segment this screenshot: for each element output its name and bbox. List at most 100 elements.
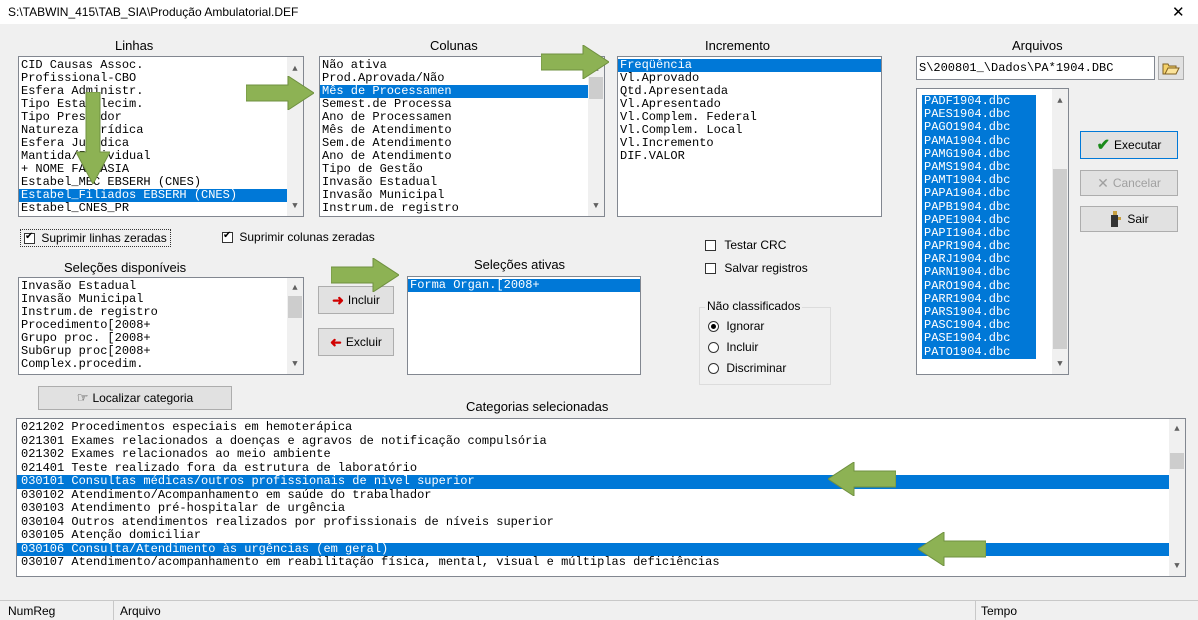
incremento-item[interactable]: DIF.VALOR <box>618 150 881 163</box>
arquivo-item[interactable]: PATO1904.dbc <box>922 345 1036 359</box>
arquivos-header: Arquivos <box>1012 38 1063 53</box>
scroll-up-icon[interactable]: ▲ <box>1052 93 1068 109</box>
suprimir-colunas-option[interactable]: Suprimir colunas zeradas <box>222 230 375 244</box>
selecao-ativa-item[interactable]: Forma Organ.[2008+ <box>408 279 640 292</box>
categoria-item[interactable]: 021202 Procedimentos especiais em hemote… <box>17 421 1185 435</box>
checkmark-icon: ✔ <box>1096 137 1111 154</box>
arquivos-path: S\200801_\Dados\PA*1904.DBC <box>919 61 1114 75</box>
incluir-nc-option[interactable]: Incluir <box>708 340 758 354</box>
scroll-thumb[interactable] <box>1170 453 1184 469</box>
arquivo-item[interactable]: PAGO1904.dbc <box>922 121 1036 135</box>
incluir-nc-radio[interactable] <box>708 342 719 354</box>
annotation-arrow-right-icon <box>541 45 609 79</box>
categoria-item[interactable]: 021401 Teste realizado fora da estrutura… <box>17 461 1185 476</box>
selecoes-ativas-list[interactable]: Forma Organ.[2008+ <box>407 276 641 375</box>
suprimir-colunas-checkbox[interactable] <box>222 230 233 244</box>
scroll-down-icon[interactable]: ▼ <box>1052 356 1068 372</box>
categoria-item[interactable]: 030103 Atendimento pré-hospitalar de urg… <box>17 502 1185 516</box>
arquivos-path-field[interactable]: S\200801_\Dados\PA*1904.DBC <box>916 56 1155 80</box>
close-icon[interactable]: ✕ <box>1172 3 1185 21</box>
arquivo-item[interactable]: PARN1904.dbc <box>922 266 1036 280</box>
scroll-down-icon[interactable]: ▼ <box>287 198 303 214</box>
arquivos-scrollbar[interactable]: ▲ ▼ <box>1052 89 1068 374</box>
arquivo-item[interactable]: PAPA1904.dbc <box>922 187 1036 201</box>
incluir-label: Incluir <box>347 293 380 307</box>
ignorar-radio[interactable] <box>708 321 719 333</box>
scroll-down-icon[interactable]: ▼ <box>1169 558 1185 574</box>
title-bar: S:\TABWIN_415\TAB_SIA\Produção Ambulator… <box>0 0 1198 24</box>
arquivos-list[interactable]: PADF1904.dbc PAES1904.dbc PAGO1904.dbc PAMA… <box>916 88 1069 375</box>
categorias-list[interactable]: 021202 Procedimentos especiais em hemote… <box>16 418 1186 577</box>
scroll-thumb[interactable] <box>589 77 603 99</box>
scroll-thumb[interactable] <box>288 296 302 318</box>
scroll-thumb[interactable] <box>1053 169 1067 349</box>
categoria-item[interactable]: 030107 Atendimento/acompanhamento em rea… <box>17 556 1185 570</box>
arrow-left-icon: ➜ <box>330 333 342 350</box>
colunas-scrollbar[interactable]: ▲ ▼ <box>588 57 604 216</box>
arrow-right-icon: ➜ <box>332 291 344 308</box>
categorias-header: Categorias selecionadas <box>466 399 609 414</box>
categoria-item[interactable]: 030105 Atenção domiciliar <box>17 529 1185 543</box>
linhas-item[interactable]: Estabel_CNES_PR <box>19 202 303 215</box>
arquivo-item[interactable]: PAMA1904.dbc <box>922 134 1036 148</box>
salvar-registros-label: Salvar registros <box>724 261 808 275</box>
scroll-down-icon[interactable]: ▼ <box>588 198 604 214</box>
executar-button[interactable]: ✔ Executar <box>1080 131 1178 159</box>
arquivo-item[interactable]: PAPB1904.dbc <box>922 200 1036 214</box>
excluir-label: Excluir <box>345 335 382 349</box>
testar-crc-label: Testar CRC <box>724 238 787 252</box>
categoria-item[interactable]: 030102 Atendimento/Acompanhamento em saú… <box>17 488 1185 503</box>
categoria-item[interactable]: 030104 Outros atendimentos realizados po… <box>17 515 1185 530</box>
salvar-registros-option[interactable]: Salvar registros <box>705 261 808 275</box>
cancelar-button[interactable]: ✕ Cancelar <box>1080 170 1178 196</box>
categoria-item[interactable]: 030106 Consulta/Atendimento às urgências… <box>17 542 1185 556</box>
ignorar-option[interactable]: Ignorar <box>708 319 764 333</box>
find-hand-icon: ☞ <box>76 390 89 405</box>
testar-crc-checkbox[interactable] <box>705 240 716 252</box>
annotation-arrow-right-icon <box>331 258 399 292</box>
categoria-item[interactable]: 030101 Consultas médicas/outros profissi… <box>17 475 1185 489</box>
arquivo-item[interactable]: PAMG1904.dbc <box>922 147 1036 161</box>
arquivo-item[interactable]: PASE1904.dbc <box>922 332 1036 346</box>
suprimir-linhas-option[interactable]: Suprimir linhas zeradas <box>20 229 171 247</box>
cat-scrollbar[interactable]: ▲ ▼ <box>1169 419 1185 576</box>
executar-label: Executar <box>1114 138 1162 152</box>
arquivo-item[interactable]: PARO1904.dbc <box>922 279 1036 293</box>
scroll-up-icon[interactable]: ▲ <box>287 280 303 296</box>
testar-crc-option[interactable]: Testar CRC <box>705 238 786 252</box>
localizar-label: Localizar categoria <box>92 391 194 405</box>
discriminar-option[interactable]: Discriminar <box>708 361 786 375</box>
status-divider <box>113 601 114 620</box>
localizar-categoria-button[interactable]: ☞ Localizar categoria <box>38 386 232 410</box>
open-folder-button[interactable] <box>1158 56 1184 80</box>
excluir-button[interactable]: ➜ Excluir <box>318 328 394 356</box>
incremento-header: Incremento <box>705 38 771 53</box>
colunas-list[interactable]: Não ativa Prod.Aprovada/Não Mês de Process… <box>319 56 605 217</box>
arquivo-item[interactable]: PAPE1904.dbc <box>922 213 1036 227</box>
categoria-item[interactable]: 021302 Exames relacionados ao meio ambie… <box>17 448 1185 462</box>
annotation-arrow-left-icon <box>918 532 986 566</box>
cancelar-label: Cancelar <box>1112 176 1161 190</box>
cancel-x-icon: ✕ <box>1097 174 1109 191</box>
selecao-disponivel-item[interactable]: Complex.procedim. <box>19 358 303 371</box>
linhas-header: Linhas <box>115 38 154 53</box>
scroll-down-icon[interactable]: ▼ <box>287 356 303 372</box>
status-arquivo: Arquivo <box>120 604 161 618</box>
scroll-up-icon[interactable]: ▲ <box>287 61 303 77</box>
status-tempo: Tempo <box>981 604 1018 618</box>
suprimir-linhas-checkbox[interactable] <box>24 231 35 245</box>
sair-button[interactable]: Sair <box>1080 206 1178 232</box>
categoria-item[interactable]: 021301 Exames relacionados a doenças e a… <box>17 434 1185 449</box>
scroll-up-icon[interactable]: ▲ <box>1169 421 1185 437</box>
annotation-arrow-left-icon <box>828 462 896 496</box>
disp-scrollbar[interactable]: ▲ ▼ <box>287 278 303 374</box>
selecoes-ativas-header: Seleções ativas <box>474 257 566 272</box>
discriminar-radio[interactable] <box>708 363 719 375</box>
salvar-registros-checkbox[interactable] <box>705 263 716 275</box>
colunas-item[interactable]: Instrum.de registro <box>320 202 604 215</box>
discriminar-label: Discriminar <box>726 361 787 375</box>
incremento-list[interactable]: Freqüência Vl.Aprovado Qtd.Apresentada Vl.A… <box>617 56 882 217</box>
suprimir-colunas-label: Suprimir colunas zeradas <box>239 230 375 244</box>
selecoes-disponiveis-list[interactable]: Invasão Estadual Invasão Municipal Instrum… <box>18 277 304 375</box>
sair-label: Sair <box>1127 212 1149 226</box>
